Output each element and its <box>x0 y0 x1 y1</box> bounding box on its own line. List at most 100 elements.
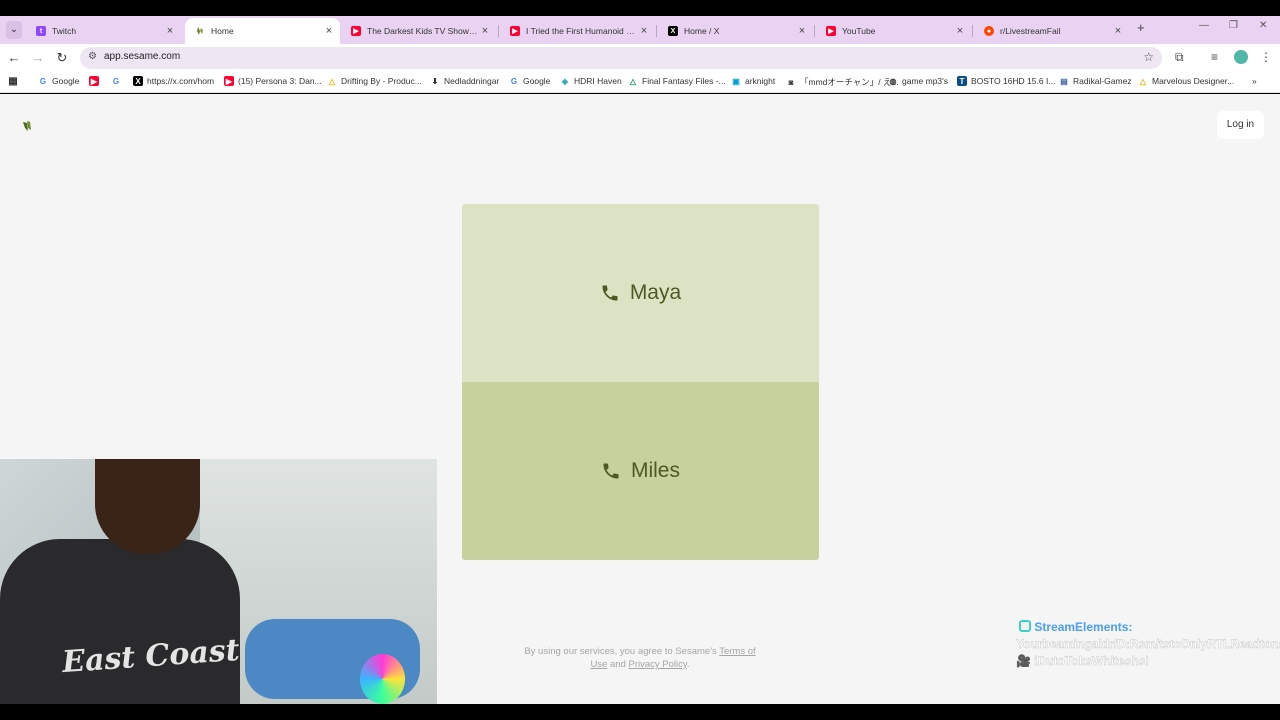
bookmark-label: HDRI Haven <box>574 76 622 86</box>
bookmark-label: Radikal-Gamez <box>1073 76 1132 86</box>
bookmark-arknight[interactable]: ▣ arknight <box>731 76 775 86</box>
call-maya-button[interactable]: Maya <box>462 204 819 382</box>
close-icon[interactable]: × <box>478 25 492 37</box>
close-icon[interactable]: × <box>795 25 809 37</box>
tab-title: Home / X <box>684 26 720 36</box>
x-icon: X <box>133 76 143 86</box>
bookmark-google[interactable]: G Google <box>38 76 80 86</box>
bookmark-label: Google <box>523 76 551 86</box>
bookmark-radikal[interactable]: ▤ Radikal-Gamez <box>1059 76 1132 86</box>
legal-and: and <box>607 659 629 670</box>
url-text[interactable]: app.sesame.com <box>104 51 180 62</box>
chat-source: StreamElements: <box>1034 620 1133 634</box>
close-icon[interactable]: × <box>953 25 967 37</box>
stream-chat-overlay: StreamElements: Yourbeamingaldr/D:Rsm/ts… <box>1016 619 1280 674</box>
close-icon[interactable]: × <box>322 25 336 37</box>
profile-avatar[interactable] <box>1234 50 1248 64</box>
bookmarks-bar: ▦ G Google ▶ G Xhttps://x.com/hom ▶ (15) P… <box>0 72 1280 93</box>
bookmark-label: Nedladdningar <box>444 76 500 86</box>
apps-grid-icon[interactable]: ▦ <box>8 76 22 87</box>
youtube-icon: ▶ <box>89 76 99 86</box>
tab-title: r/LivestreamFail <box>1000 26 1061 36</box>
login-button[interactable]: Log in <box>1217 111 1264 139</box>
close-icon[interactable]: × <box>637 25 651 37</box>
tab-youtube[interactable]: ▶ YouTube × <box>816 18 971 44</box>
phone-icon <box>603 463 619 479</box>
tab-title: YouTube <box>842 26 876 36</box>
legal-suffix: . <box>686 659 690 670</box>
extensions-icon[interactable]: ⧉ <box>1175 50 1184 65</box>
bookmark-bosto[interactable]: T BOSTO 16HD 15.6 I... <box>957 76 1055 86</box>
minimize-icon[interactable]: — <box>1199 20 1209 31</box>
tab-separator <box>498 25 499 37</box>
tab-darkest-kids-tv[interactable]: ▶ The Darkest Kids TV Show Ever × <box>341 18 496 44</box>
menu-kebab-icon[interactable]: ⋮ <box>1260 50 1272 64</box>
bookmark-label: https://x.com/hom <box>147 76 215 86</box>
close-icon[interactable]: × <box>163 25 177 37</box>
character-name: Maya <box>629 281 682 304</box>
niconico-icon: ◙ <box>788 77 794 87</box>
tab-home[interactable]: Home × <box>185 18 340 44</box>
download-icon: ⬇ <box>431 76 439 86</box>
tab-humanoid-home[interactable]: ▶ I Tried the First Humanoid Home × <box>500 18 655 44</box>
bookmark-game-mp3[interactable]: ◍ game mp3's <box>888 76 949 86</box>
bookmark-marvelous[interactable]: △ Marvelous Designer... <box>1138 76 1234 86</box>
bookmark-persona3[interactable]: ▶ (15) Persona 3: Dan... <box>224 76 322 86</box>
streamer-body <box>0 539 240 704</box>
legal-prefix: By using our services, you agree to Sesa… <box>524 646 720 657</box>
tab-strip: ⌄ t Twitch × Home × ▶ The Darkest Kids T… <box>0 16 1280 44</box>
site-info-icon[interactable]: ⚙ <box>88 51 97 62</box>
bookmark-label: arknight <box>745 76 776 86</box>
reload-icon[interactable]: ↻ <box>53 49 71 67</box>
tab-search-button[interactable]: ⌄ <box>6 21 22 39</box>
bookmark-hdri-haven[interactable]: ◈ HDRI Haven <box>560 76 622 86</box>
privacy-link[interactable]: Privacy Policy <box>628 659 686 670</box>
drive-icon: △ <box>629 76 637 86</box>
sesame-icon <box>195 26 205 36</box>
tab-title: Home <box>211 26 234 36</box>
bookmark-star-icon[interactable]: ☆ <box>1143 50 1154 64</box>
streamer-head <box>95 459 200 554</box>
forward-arrow-icon[interactable]: → <box>29 49 47 67</box>
bookmark-label: game mp3's <box>902 76 949 86</box>
address-bar[interactable]: ⚙ app.sesame.com ☆ <box>80 47 1162 69</box>
bookmark-x-home[interactable]: Xhttps://x.com/hom <box>133 76 214 86</box>
twitch-icon: t <box>36 26 46 36</box>
bookmark-youtube[interactable]: ▶ <box>89 76 103 86</box>
globe-icon: ◍ <box>889 76 897 86</box>
reddit-icon: ● <box>984 26 994 36</box>
youtube-icon: ▶ <box>510 26 520 36</box>
media-control-icon[interactable]: ≡ <box>1211 50 1218 64</box>
tab-separator <box>972 25 973 37</box>
bookmark-label: Marvelous Designer... <box>1152 76 1235 86</box>
bookmark-google-2[interactable]: G <box>111 76 125 86</box>
rgb-light <box>360 654 405 704</box>
tab-livestreamfail[interactable]: ● r/LivestreamFail × <box>974 18 1129 44</box>
bookmark-final-fantasy[interactable]: △ Final Fantasy Files -... <box>628 76 726 86</box>
bookmark-nedladdningar[interactable]: ⬇ Nedladdningar <box>430 76 500 86</box>
bookmarks-overflow-icon[interactable]: » <box>1252 76 1257 86</box>
close-icon[interactable]: × <box>1111 25 1125 37</box>
window-close-icon[interactable]: ✕ <box>1259 20 1267 31</box>
restore-icon[interactable]: ❐ <box>1229 20 1238 31</box>
bookmark-google-3[interactable]: G Google <box>509 76 551 86</box>
drive-icon: △ <box>1139 76 1147 86</box>
new-tab-button[interactable]: + <box>1137 20 1145 35</box>
tab-separator <box>814 25 815 37</box>
bookmark-label: Drifting By - Produc... <box>341 76 422 86</box>
sesame-logo-icon[interactable] <box>21 119 35 133</box>
bilibili-icon: ▣ <box>732 76 740 86</box>
call-miles-button[interactable]: Miles <box>462 382 819 560</box>
bookmark-label: Final Fantasy Files -... <box>642 76 726 86</box>
tab-x-home[interactable]: X Home / X × <box>658 18 813 44</box>
back-arrow-icon[interactable]: ← <box>5 49 23 67</box>
phone-icon <box>602 285 618 301</box>
bookmark-mmd[interactable]: ◙ 「mmdオーチャン」/ え... <box>786 76 899 88</box>
youtube-icon: ▶ <box>351 26 361 36</box>
tab-title: The Darkest Kids TV Show Ever <box>367 26 478 36</box>
browser-toolbar: ← → ↻ ⚙ app.sesame.com ☆ ⧉ ≡ ⋮ <box>0 44 1280 72</box>
tab-twitch[interactable]: t Twitch × <box>26 18 181 44</box>
google-icon: G <box>112 76 120 86</box>
bookmark-drifting-by[interactable]: △ Drifting By - Produc... <box>327 76 422 86</box>
tab-title: Twitch <box>52 26 77 36</box>
